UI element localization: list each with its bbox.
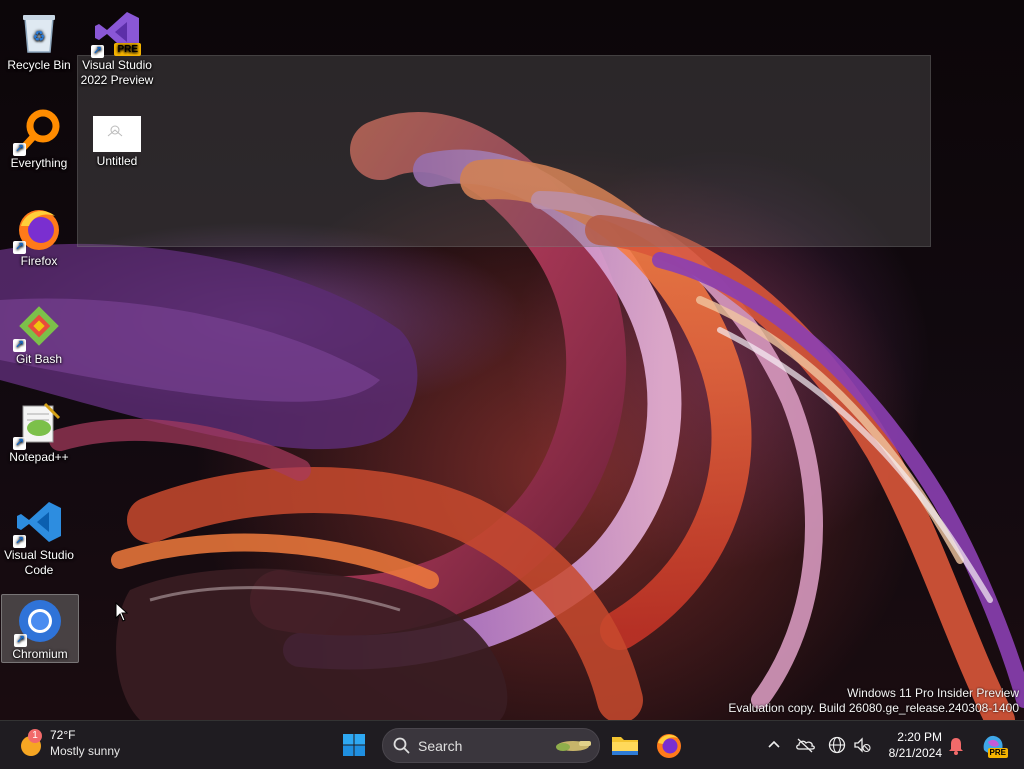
desktop-icon-label: Git Bash [15, 352, 63, 366]
onedrive-icon [796, 738, 815, 753]
shortcut-arrow-icon: ↗ [13, 241, 26, 254]
desktop-icon-git-bash[interactable]: ↗ Git Bash [1, 296, 77, 368]
shortcut-arrow-icon: ↗ [13, 339, 26, 352]
desktop-icon-label: Notepad++ [9, 450, 69, 464]
shortcut-arrow-icon: ↗ [13, 437, 26, 450]
search-label: Search [418, 738, 463, 754]
chevron-up-icon [768, 740, 780, 748]
taskbar-file-explorer[interactable] [609, 729, 641, 761]
windows-logo-icon [343, 734, 365, 756]
recycle-bin-icon: ♻ [15, 8, 63, 56]
start-button[interactable] [342, 733, 366, 757]
shortcut-arrow-icon: ↗ [13, 535, 26, 548]
taskbar-firefox[interactable] [653, 729, 685, 761]
shortcut-arrow-icon: ↗ [14, 634, 27, 647]
desktop-icon-label: Code [24, 563, 54, 577]
weather-badge: 1 [28, 729, 42, 743]
taskbar-clock[interactable]: 2:20 PM 8/21/2024 [889, 729, 942, 761]
desktop-icon-label: Everything [10, 156, 68, 170]
file-explorer-icon [612, 737, 638, 755]
taskbar-search-box[interactable]: Search [382, 728, 600, 763]
mouse-cursor-icon [115, 602, 129, 622]
firefox-icon [657, 734, 681, 758]
desktop-icon-everything[interactable]: ↗ Everything [1, 100, 77, 172]
tray-onedrive[interactable] [794, 734, 816, 756]
visual-studio-icon: PRE ↗ [91, 8, 141, 58]
notepad-plus-plus-icon: ↗ [13, 400, 63, 450]
git-bash-icon: ↗ [13, 302, 63, 352]
network-icon [828, 736, 846, 754]
weather-temperature: 72°F [50, 728, 76, 742]
desktop-icon-label: Visual Studio [82, 58, 152, 72]
image-file-icon [93, 116, 141, 152]
desktop-icon-visual-studio[interactable]: PRE ↗ Visual Studio 2022 Preview [79, 2, 155, 92]
desktop-icon-recycle-bin[interactable]: ♻ Recycle Bin [1, 2, 77, 92]
desktop-icon-label: Recycle Bin [7, 58, 71, 72]
vscode-icon: ↗ [13, 498, 63, 548]
desktop-icon-label: Chromium [12, 647, 68, 661]
shortcut-arrow-icon: ↗ [13, 143, 26, 156]
preview-badge: PRE [114, 43, 141, 56]
taskbar: 1 72°F Mostly sunny Search 2:20 PM 8/21/… [0, 720, 1024, 769]
weather-description: Mostly sunny [50, 744, 121, 758]
desktop-icon-firefox[interactable]: ↗ Firefox [1, 198, 77, 270]
selection-rectangle [77, 55, 931, 247]
notification-bell-icon [949, 738, 963, 755]
tray-copilot[interactable]: PRE [980, 732, 1008, 758]
volume-muted-icon [854, 737, 871, 753]
watermark-line: Windows 11 Pro Insider Preview [847, 686, 1019, 700]
clock-date: 8/21/2024 [888, 746, 942, 760]
desktop-icon-label: Visual Studio [4, 548, 74, 562]
firefox-icon: ↗ [13, 204, 63, 254]
desktop-icon-vscode[interactable]: ↗ Visual Studio Code [1, 492, 77, 580]
os-watermark: Windows 11 Pro Insider Preview Evaluatio… [728, 686, 1019, 716]
tray-network[interactable] [826, 734, 848, 756]
tray-notifications[interactable] [945, 734, 967, 756]
weather-sun-icon: 1 [18, 729, 44, 759]
desktop-icon-chromium[interactable]: ↗ Chromium [1, 594, 79, 663]
desktop-icon-label: Firefox [20, 254, 58, 268]
desktop-icon-untitled[interactable]: Untitled [79, 110, 155, 172]
search-highlight-icon [556, 741, 591, 751]
copilot-preview-badge: PRE [987, 748, 1008, 758]
tray-volume[interactable] [851, 734, 873, 756]
desktop-icon-notepad-plus-plus[interactable]: ↗ Notepad++ [1, 394, 77, 466]
desktop-icon-label: Untitled [96, 154, 138, 168]
shortcut-arrow-icon: ↗ [91, 45, 104, 58]
svg-text:♻: ♻ [33, 29, 46, 45]
search-icon [393, 737, 410, 754]
chromium-icon: ↗ [14, 597, 64, 647]
desktop-icon-label: 2022 Preview [80, 73, 154, 87]
watermark-line: Evaluation copy. Build 26080.ge_release.… [728, 701, 1019, 715]
everything-search-icon: ↗ [13, 106, 63, 156]
clock-time: 2:20 PM [897, 730, 942, 744]
tray-overflow-button[interactable] [763, 734, 785, 756]
